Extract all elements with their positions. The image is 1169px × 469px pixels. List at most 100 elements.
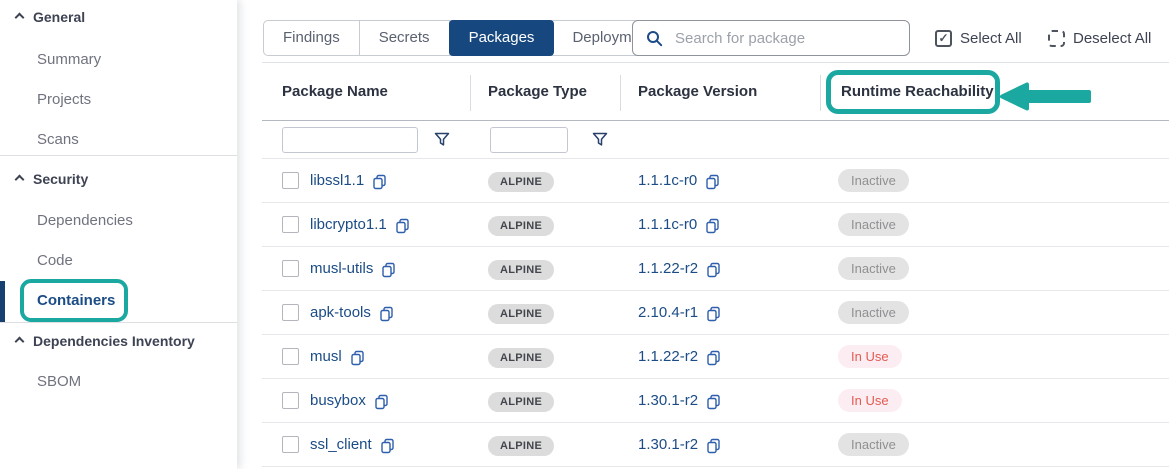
- checked-checkbox-icon: ✓: [935, 30, 952, 47]
- runtime-reachability-badge: In Use: [838, 345, 902, 368]
- copy-icon[interactable]: [706, 438, 721, 454]
- sidebar-item-projects[interactable]: Projects: [37, 91, 91, 108]
- package-type-badge: ALPINE: [488, 172, 554, 192]
- toolbar: Findings Secrets Packages Deployments ✓ …: [237, 20, 1169, 56]
- copy-icon[interactable]: [374, 394, 389, 410]
- select-all-button[interactable]: ✓ Select All: [935, 26, 1022, 50]
- table-row: ssl_client ALPINE 1.30.1-r2 Inactive: [262, 423, 1169, 467]
- sidebar-item-containers[interactable]: Containers: [37, 292, 115, 309]
- package-type-badge: ALPINE: [488, 436, 554, 456]
- select-all-label: Select All: [960, 30, 1022, 47]
- row-checkbox[interactable]: [282, 348, 299, 365]
- package-version-text: 1.1.22-r2: [638, 348, 698, 365]
- package-version-text: 1.30.1-r2: [638, 392, 698, 409]
- deselect-all-button[interactable]: Deselect All: [1048, 26, 1151, 50]
- tab-findings[interactable]: Findings: [264, 21, 360, 55]
- package-version-text: 1.30.1-r2: [638, 436, 698, 453]
- copy-icon[interactable]: [350, 350, 365, 366]
- row-checkbox[interactable]: [282, 304, 299, 321]
- table-row: musl ALPINE 1.1.22-r2 In Use: [262, 335, 1169, 379]
- sidebar-section-dependencies-inventory[interactable]: Dependencies Inventory: [33, 333, 195, 349]
- column-separator: [470, 75, 471, 111]
- package-name-link[interactable]: busybox: [310, 392, 366, 409]
- row-checkbox[interactable]: [282, 436, 299, 453]
- package-version-text: 2.10.4-r1: [638, 304, 698, 321]
- column-separator: [620, 75, 621, 111]
- table-row: libcrypto1.1 ALPINE 1.1.1c-r0 Inactive: [262, 203, 1169, 247]
- row-checkbox[interactable]: [282, 216, 299, 233]
- copy-icon[interactable]: [705, 218, 720, 234]
- deselect-all-label: Deselect All: [1073, 30, 1151, 47]
- package-version-text: 1.1.1c-r0: [638, 172, 697, 189]
- active-item-indicator: [0, 281, 5, 322]
- package-name-link[interactable]: musl: [310, 348, 342, 365]
- package-name-link[interactable]: libssl1.1: [310, 172, 364, 189]
- row-checkbox[interactable]: [282, 172, 299, 189]
- annotation-arrow-icon: [999, 81, 1095, 117]
- copy-icon[interactable]: [705, 174, 720, 190]
- copy-icon[interactable]: [381, 262, 396, 278]
- sidebar-item-summary[interactable]: Summary: [37, 51, 101, 68]
- filter-funnel-icon[interactable]: [434, 132, 450, 152]
- copy-icon[interactable]: [706, 306, 721, 322]
- app-window: General Summary Projects Scans Security …: [0, 0, 1169, 469]
- tab-group: Findings Secrets Packages Deployments: [263, 20, 680, 56]
- filter-row: [262, 121, 1169, 159]
- copy-icon[interactable]: [380, 438, 395, 454]
- chevron-up-icon[interactable]: [15, 337, 25, 347]
- filter-input-package-type[interactable]: [490, 127, 568, 153]
- sidebar-item-sbom[interactable]: SBOM: [37, 373, 81, 390]
- table-row: busybox ALPINE 1.30.1-r2 In Use: [262, 379, 1169, 423]
- sidebar-section-security[interactable]: Security: [33, 171, 88, 187]
- package-name-link[interactable]: musl-utils: [310, 260, 373, 277]
- sidebar-section-general[interactable]: General: [33, 9, 85, 25]
- search-input[interactable]: [675, 30, 895, 47]
- table-header: Package Name Package Type Package Versio…: [262, 63, 1169, 121]
- sidebar-item-code[interactable]: Code: [37, 252, 73, 269]
- package-name-link[interactable]: ssl_client: [310, 436, 372, 453]
- package-name-link[interactable]: apk-tools: [310, 304, 371, 321]
- copy-icon[interactable]: [379, 306, 394, 322]
- copy-icon[interactable]: [372, 174, 387, 190]
- main-content: Findings Secrets Packages Deployments ✓ …: [237, 0, 1169, 469]
- sidebar-divider: [0, 155, 237, 156]
- col-header-package-name[interactable]: Package Name: [282, 83, 388, 100]
- copy-icon[interactable]: [706, 262, 721, 278]
- runtime-reachability-badge: Inactive: [838, 301, 909, 324]
- chevron-up-icon[interactable]: [15, 13, 25, 23]
- search-icon: [646, 30, 663, 47]
- sidebar: General Summary Projects Scans Security …: [0, 0, 237, 469]
- copy-icon[interactable]: [395, 218, 410, 234]
- runtime-reachability-badge: Inactive: [838, 169, 909, 192]
- copy-icon[interactable]: [706, 394, 721, 410]
- packages-table: Package Name Package Type Package Versio…: [262, 62, 1169, 469]
- runtime-reachability-badge: In Use: [838, 389, 902, 412]
- row-checkbox[interactable]: [282, 392, 299, 409]
- col-header-package-type[interactable]: Package Type: [488, 83, 587, 100]
- sidebar-item-dependencies[interactable]: Dependencies: [37, 212, 133, 229]
- package-version-text: 1.1.22-r2: [638, 260, 698, 277]
- tab-packages[interactable]: Packages: [449, 20, 555, 56]
- column-separator: [820, 75, 821, 111]
- package-search[interactable]: [632, 20, 910, 56]
- package-name-link[interactable]: libcrypto1.1: [310, 216, 387, 233]
- sidebar-divider: [0, 322, 237, 323]
- runtime-reachability-badge: Inactive: [838, 433, 909, 456]
- runtime-reachability-badge: Inactive: [838, 213, 909, 236]
- copy-icon[interactable]: [706, 350, 721, 366]
- tab-secrets[interactable]: Secrets: [360, 21, 450, 55]
- package-type-badge: ALPINE: [488, 216, 554, 236]
- table-body: libssl1.1 ALPINE 1.1.1c-r0 Inactive libc…: [262, 159, 1169, 467]
- filter-funnel-icon[interactable]: [592, 132, 608, 152]
- filter-input-package-name[interactable]: [282, 127, 418, 153]
- chevron-up-icon[interactable]: [15, 175, 25, 185]
- table-row: apk-tools ALPINE 2.10.4-r1 Inactive: [262, 291, 1169, 335]
- row-checkbox[interactable]: [282, 260, 299, 277]
- package-type-badge: ALPINE: [488, 392, 554, 412]
- package-type-badge: ALPINE: [488, 304, 554, 324]
- col-header-runtime-reachability[interactable]: Runtime Reachability: [841, 83, 994, 100]
- dashed-square-icon: [1048, 30, 1065, 47]
- sidebar-item-scans[interactable]: Scans: [37, 131, 79, 148]
- table-row: libssl1.1 ALPINE 1.1.1c-r0 Inactive: [262, 159, 1169, 203]
- col-header-package-version[interactable]: Package Version: [638, 83, 757, 100]
